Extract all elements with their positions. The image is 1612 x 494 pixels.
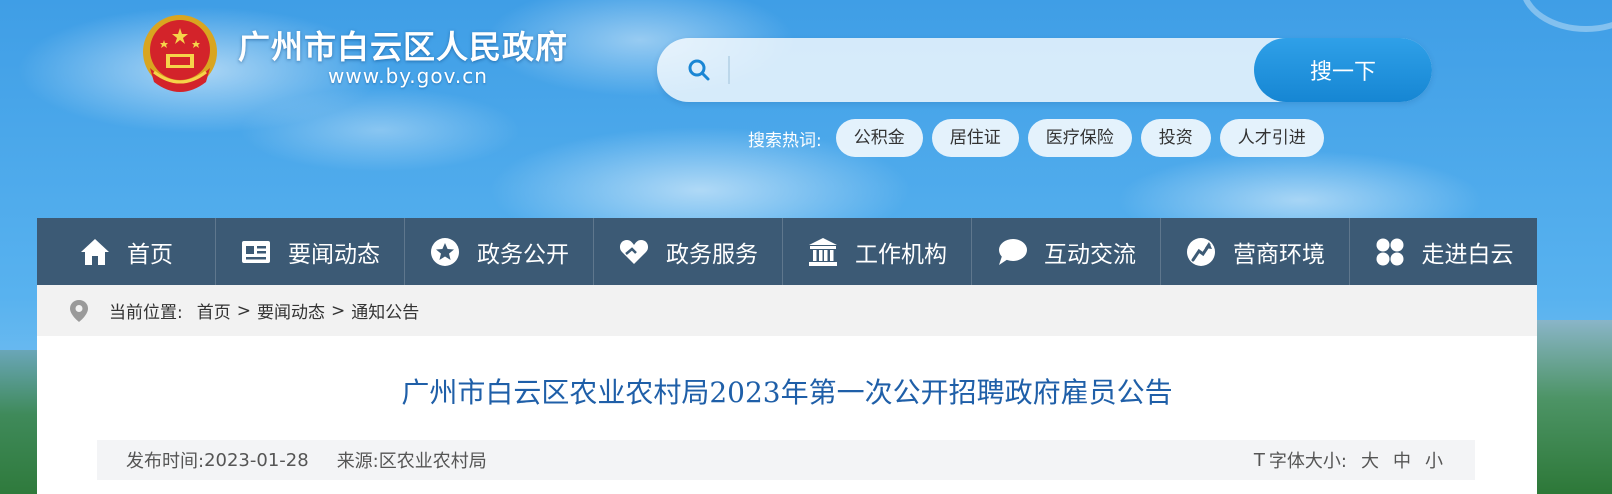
- article-title: 广州市白云区农业农村局2023年第一次公开招聘政府雇员公告: [401, 376, 1173, 409]
- font-size-small[interactable]: 小: [1425, 447, 1443, 473]
- nav-item-label: 要闻动态: [288, 241, 380, 268]
- breadcrumb-item-home[interactable]: 首页: [197, 298, 231, 323]
- hot-search-label: 搜索热词:: [748, 130, 822, 151]
- news-card-icon: [240, 236, 272, 268]
- breadcrumb-separator: >: [236, 300, 251, 321]
- nav-item-interaction[interactable]: 互动交流: [972, 218, 1161, 285]
- hot-word-tag[interactable]: 投资: [1140, 119, 1211, 157]
- breadcrumb: 当前位置: 首页 > 要闻动态 > 通知公告: [37, 285, 1537, 336]
- nav-item-label: 政务公开: [477, 241, 569, 268]
- search-button[interactable]: 搜一下: [1254, 38, 1432, 102]
- nav-item-label: 首页: [127, 241, 173, 268]
- nav-item-label: 营商环境: [1233, 241, 1325, 268]
- article-panel: 广州市白云区农业农村局2023年第一次公开招聘政府雇员公告 发布时间: 2023…: [37, 336, 1537, 494]
- government-building-icon: [807, 236, 839, 268]
- publish-time-label: 发布时间:: [126, 451, 205, 472]
- site-title[interactable]: 广州市白云区人民政府: [238, 22, 568, 68]
- font-size-icon: T: [1253, 449, 1265, 471]
- nav-item-label: 政务服务: [666, 241, 758, 268]
- chat-bubble-icon: [996, 236, 1028, 268]
- nav-item-news[interactable]: 要闻动态: [216, 218, 405, 285]
- hot-word-tag[interactable]: 公积金: [835, 119, 923, 157]
- site-domain: www.by.gov.cn: [328, 64, 488, 88]
- landscape-right: [1532, 320, 1612, 494]
- search-divider: [728, 56, 730, 84]
- main-nav: 首页 要闻动态 政务公开 政务服务 工作机构 互动交流 营商环境 走进白云: [37, 218, 1537, 285]
- font-size-medium[interactable]: 中: [1393, 447, 1411, 473]
- article-meta-bar: 发布时间: 2023-01-28 来源: 区农业农村局 T 字体大小: 大 中 …: [97, 440, 1475, 480]
- nav-item-label: 互动交流: [1044, 241, 1136, 268]
- source-label: 来源:: [336, 451, 379, 472]
- growth-arrow-icon: [1185, 236, 1217, 268]
- national-emblem-icon: [140, 12, 220, 96]
- article-meta-info: 发布时间: 2023-01-28 来源: 区农业农村局: [97, 447, 487, 473]
- hot-word-tag[interactable]: 人才引进: [1219, 119, 1324, 157]
- hot-word-tag[interactable]: 医疗保险: [1027, 119, 1132, 157]
- breadcrumb-item-notices[interactable]: 通知公告: [351, 298, 419, 323]
- nav-item-about-baiyun[interactable]: 走进白云: [1350, 218, 1537, 285]
- search-box: 搜一下: [657, 38, 1432, 102]
- nav-item-gov-affairs[interactable]: 政务公开: [405, 218, 594, 285]
- nav-item-label: 工作机构: [855, 241, 947, 268]
- home-icon: [79, 236, 111, 268]
- font-size-large[interactable]: 大: [1361, 447, 1379, 473]
- search-input[interactable]: [741, 52, 1205, 90]
- breadcrumb-item-news[interactable]: 要闻动态: [257, 298, 325, 323]
- nav-item-home[interactable]: 首页: [37, 218, 216, 285]
- nav-item-gov-services[interactable]: 政务服务: [594, 218, 783, 285]
- hot-word-tag[interactable]: 居住证: [931, 119, 1019, 157]
- location-pin-icon: [69, 299, 89, 323]
- nav-item-label: 走进白云: [1421, 241, 1514, 268]
- nav-item-institutions[interactable]: 工作机构: [783, 218, 972, 285]
- publish-date: 2023-01-28: [204, 449, 309, 471]
- source-value: 区农业农村局: [378, 451, 487, 472]
- hot-search-words: 搜索热词: 公积金 居住证 医疗保险 投资 人才引进: [748, 118, 1333, 158]
- breadcrumb-separator: >: [330, 300, 346, 321]
- font-size-control: T 字体大小: 大 中 小: [1254, 447, 1475, 473]
- star-badge-icon: [429, 236, 461, 268]
- breadcrumb-label: 当前位置:: [109, 303, 183, 323]
- font-size-label: 字体大小:: [1268, 451, 1347, 472]
- heart-hand-icon: [618, 236, 650, 268]
- search-icon: [687, 58, 711, 82]
- nav-item-business-env[interactable]: 营商环境: [1161, 218, 1350, 285]
- grid-clover-icon: [1374, 236, 1406, 268]
